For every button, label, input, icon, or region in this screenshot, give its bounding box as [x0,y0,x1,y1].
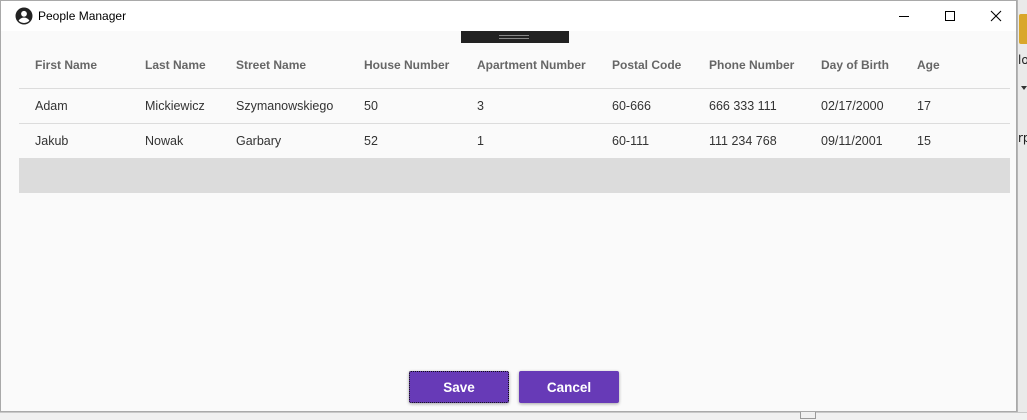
people-table: First Name Last Name Street Name House N… [19,47,1010,193]
table-cell[interactable]: Adam [35,89,68,123]
cancel-button[interactable]: Cancel [519,371,619,403]
table-cell[interactable]: 15 [917,124,931,158]
dropdown-arrow-icon[interactable] [1021,86,1027,90]
minimize-button[interactable] [881,1,927,31]
table-cell[interactable]: 52 [364,124,378,158]
table-cell[interactable]: 60-666 [612,89,651,123]
column-header-age[interactable]: Age [917,47,940,83]
folder-icon[interactable] [1019,14,1027,44]
table-cell[interactable]: 17 [917,89,931,123]
table-cell[interactable]: 666 333 111 [709,89,777,123]
column-header-last-name[interactable]: Last Name [145,47,206,83]
table-cell[interactable]: Garbary [236,124,281,158]
column-header-first-name[interactable]: First Name [35,47,97,83]
column-header-apartment-number[interactable]: Apartment Number [477,47,586,83]
table-row[interactable]: Adam Mickiewicz Szymanowskiego 50 3 60-6… [19,89,1010,124]
column-header-postal-code[interactable]: Postal Code [612,47,681,83]
table-header-row: First Name Last Name Street Name House N… [19,47,1010,89]
column-header-phone-number[interactable]: Phone Number [709,47,794,83]
close-button[interactable] [973,1,1019,31]
maximize-button[interactable] [927,1,973,31]
column-header-day-of-birth[interactable]: Day of Birth [821,47,889,83]
scrollbar-button[interactable] [800,411,816,419]
table-cell[interactable]: 50 [364,89,378,123]
background-text: rp [1018,131,1027,145]
account-circle-icon [15,7,33,25]
save-button[interactable]: Save [409,371,509,403]
table-cell[interactable]: 1 [477,124,484,158]
column-header-street-name[interactable]: Street Name [236,47,306,83]
table-cell[interactable]: 111 234 768 [709,124,777,158]
table-cell[interactable]: 09/11/2001 [821,124,883,158]
maximize-icon [945,11,955,21]
table-cell[interactable]: 60-111 [612,124,649,158]
window-title: People Manager [38,9,127,23]
column-header-house-number[interactable]: House Number [364,47,449,83]
people-manager-window: People Manager First Name Last Name Stre… [0,0,1017,412]
close-icon [990,10,1002,22]
table-cell[interactable]: Mickiewicz [145,89,205,123]
table-cell[interactable]: 02/17/2000 [821,89,884,123]
background-text: lo [1018,53,1027,67]
table-cell[interactable]: Jakub [35,124,68,158]
minimize-icon [899,16,909,17]
table-cell[interactable]: 3 [477,89,484,123]
drag-handle[interactable] [461,31,569,43]
table-cell[interactable]: Szymanowskiego [236,89,333,123]
table-row[interactable]: Jakub Nowak Garbary 52 1 60-111 111 234 … [19,124,1010,159]
title-bar[interactable]: People Manager [1,1,1016,31]
new-row-placeholder[interactable] [19,159,1010,193]
table-cell[interactable]: Nowak [145,124,183,158]
